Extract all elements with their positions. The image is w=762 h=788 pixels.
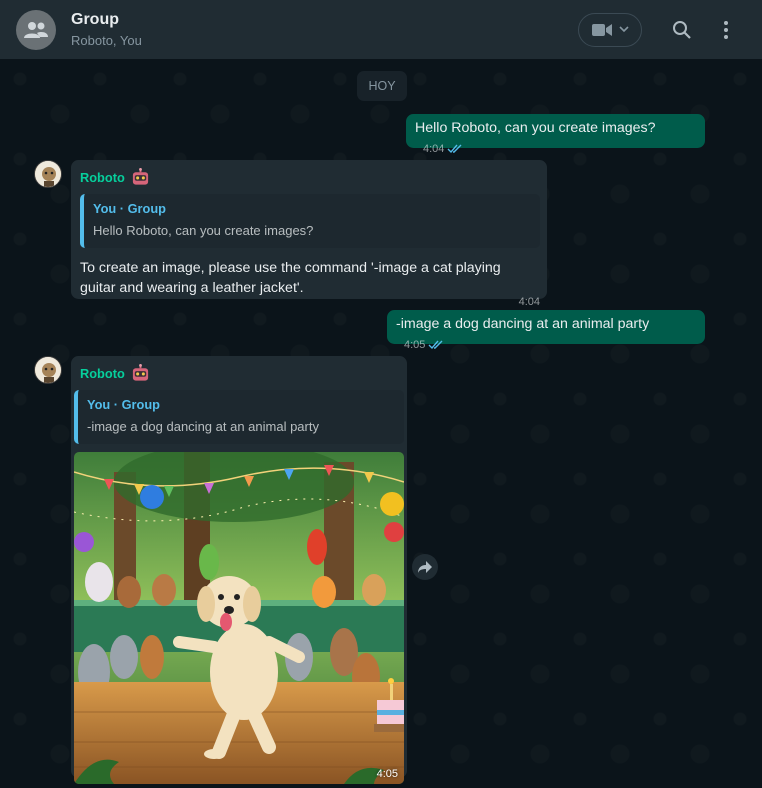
search-icon xyxy=(673,20,691,39)
quote-text: Hello Roboto, can you create images? xyxy=(93,223,314,238)
chat-participants: Roboto, You xyxy=(71,32,142,48)
search-button[interactable] xyxy=(662,10,702,50)
forward-icon xyxy=(418,561,432,573)
group-avatar-icon[interactable] xyxy=(16,9,56,50)
chat-title: Group xyxy=(71,10,119,28)
quoted-message[interactable]: You · Group -image a dog dancing at an a… xyxy=(74,390,404,444)
forward-button[interactable] xyxy=(412,554,438,580)
message-text: Hello Roboto, can you create images? xyxy=(415,120,656,136)
quote-text: -image a dog dancing at an animal party xyxy=(87,419,319,434)
menu-icon xyxy=(724,20,728,39)
sender-avatar[interactable] xyxy=(34,160,62,188)
chat-info[interactable]: Group Roboto, You xyxy=(71,10,142,50)
sender-label: Roboto xyxy=(80,169,125,185)
quote-author: You · Group xyxy=(87,397,160,412)
header-actions xyxy=(578,10,746,50)
robot-emoji-icon xyxy=(132,364,148,381)
message-meta: 4:05 xyxy=(404,339,444,351)
message-incoming[interactable]: Roboto You · Group -image a dog dancing … xyxy=(71,356,407,784)
sender-name[interactable]: Roboto xyxy=(80,362,404,384)
quote-author: You · Group xyxy=(93,201,166,216)
robot-emoji-icon xyxy=(132,168,148,185)
chat-area[interactable]: HOY Hello Roboto, can you create images?… xyxy=(0,59,762,788)
sender-label: Roboto xyxy=(80,365,125,381)
sender-name[interactable]: Roboto xyxy=(80,166,540,188)
double-check-icon xyxy=(428,340,443,350)
message-outgoing[interactable]: -image a dog dancing at an animal party … xyxy=(387,310,705,351)
message-outgoing[interactable]: Hello Roboto, can you create images? 4:0… xyxy=(406,114,705,155)
message-time: 4:04 xyxy=(423,143,445,155)
dog-dancing-party-image[interactable]: 4:05 xyxy=(74,452,404,784)
message-incoming[interactable]: Roboto You · Group Hello Roboto, can you… xyxy=(71,160,547,308)
message-text: -image a dog dancing at an animal party xyxy=(396,316,650,332)
video-call-button[interactable] xyxy=(578,12,642,47)
chat-header: Group Roboto, You xyxy=(0,0,762,59)
sender-avatar[interactable] xyxy=(34,356,62,384)
message-time: 4:05 xyxy=(376,768,398,780)
menu-button[interactable] xyxy=(706,10,746,50)
message-meta: 4:04 xyxy=(423,143,463,155)
message-time: 4:05 xyxy=(404,339,426,351)
video-call-icon xyxy=(592,23,612,36)
date-chip: HOY xyxy=(357,71,407,101)
chevron-down-icon xyxy=(619,26,629,33)
message-text: To create an image, please use the comma… xyxy=(80,260,501,296)
double-check-icon xyxy=(447,144,462,154)
quoted-message[interactable]: You · Group Hello Roboto, can you create… xyxy=(80,194,540,248)
